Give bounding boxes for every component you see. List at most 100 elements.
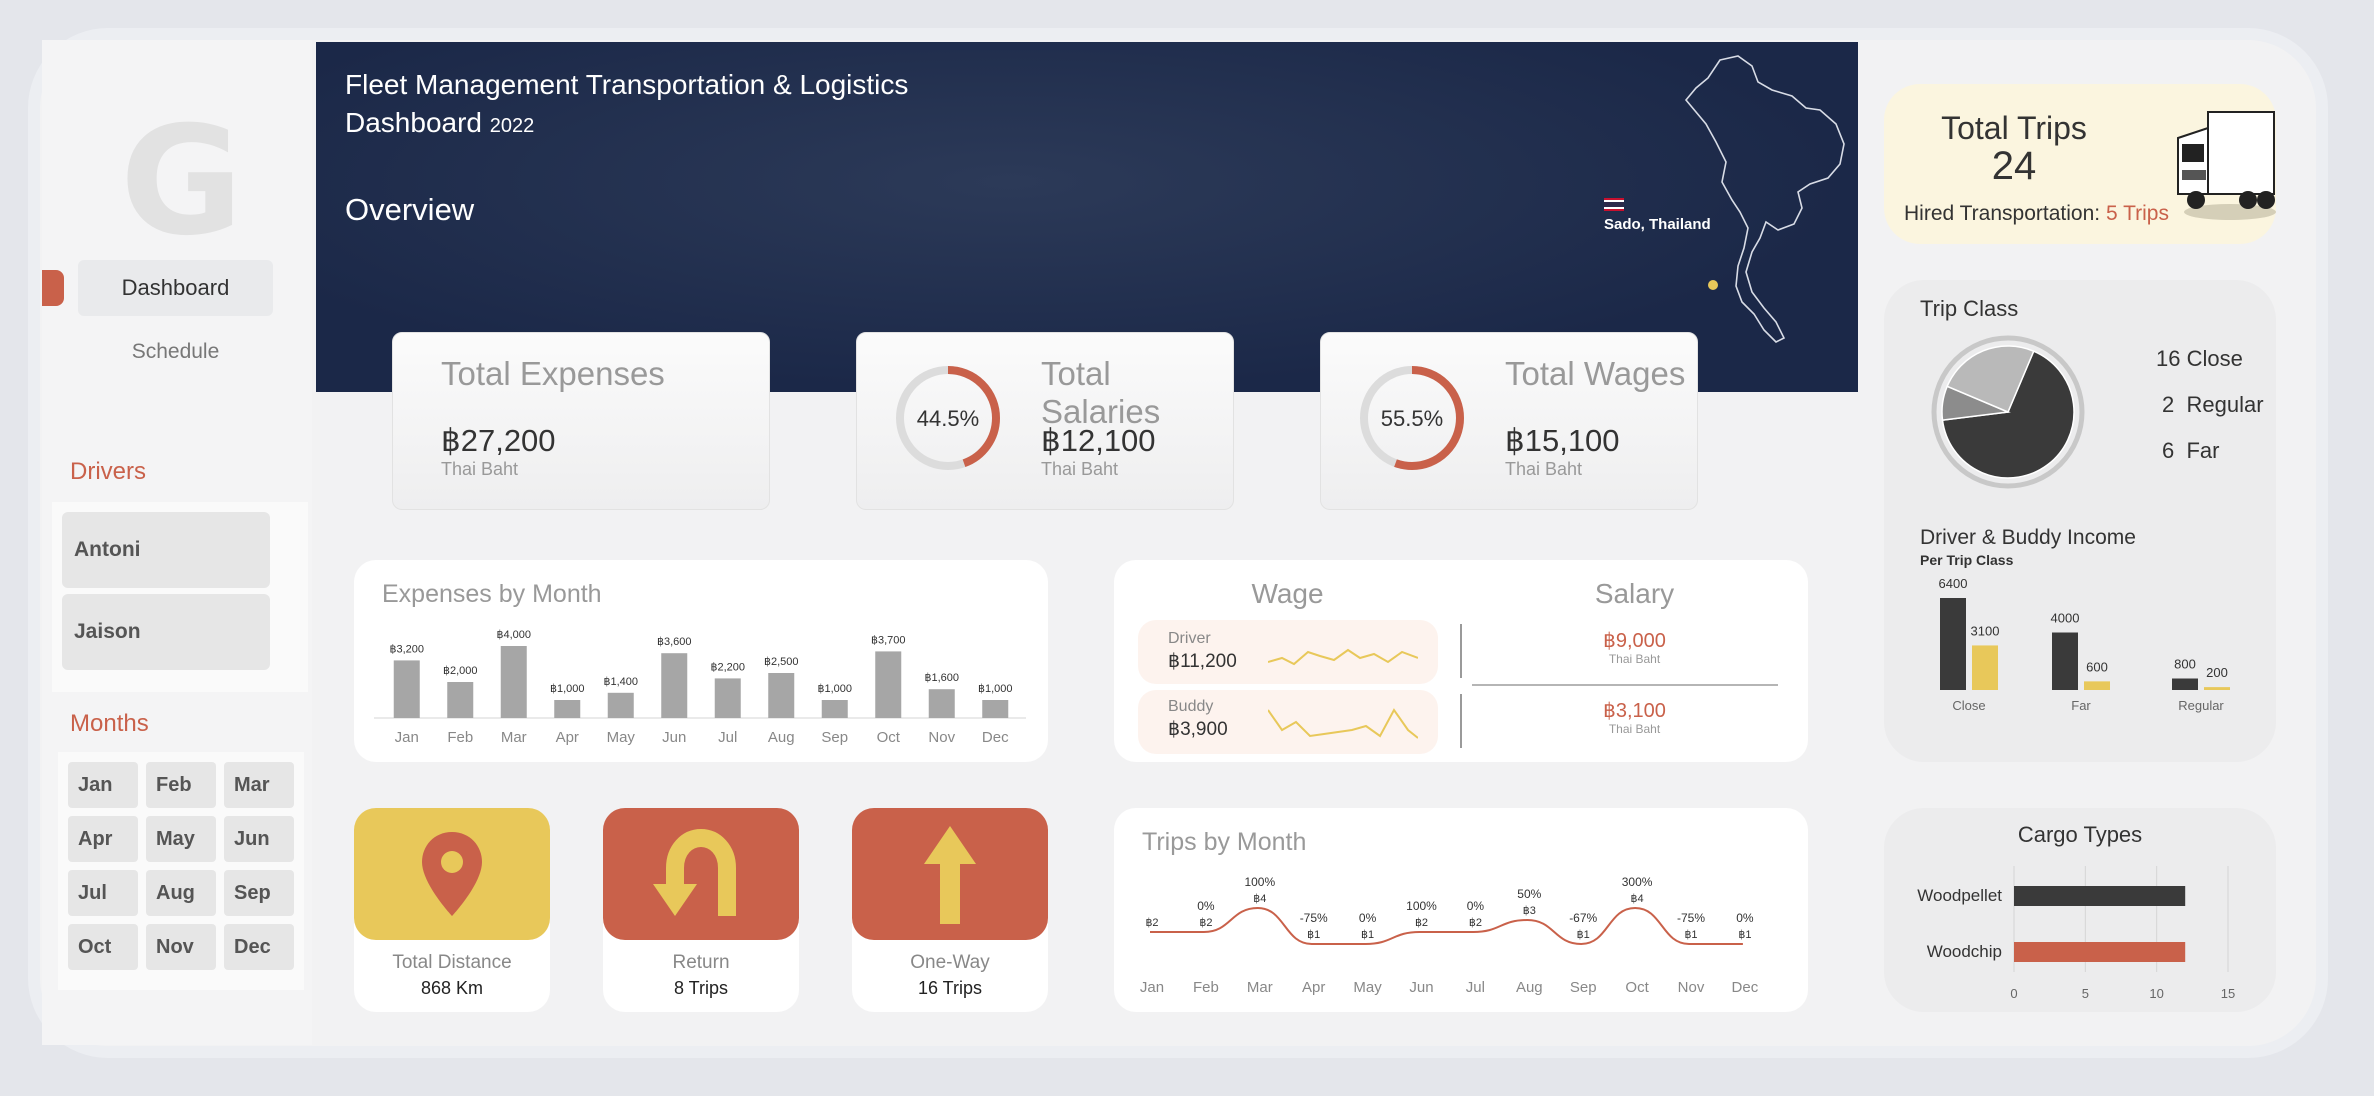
cargo-types-card: Cargo Types 0 5 10 15 Woodpellet Woodchip bbox=[1884, 808, 2276, 1012]
bar bbox=[2052, 632, 2078, 690]
month-item-apr[interactable]: Apr bbox=[68, 816, 138, 862]
cargo-bar-chart: 0 5 10 15 Woodpellet Woodchip bbox=[1917, 866, 2235, 1001]
tick-label: 15 bbox=[2221, 986, 2235, 1001]
bar bbox=[447, 682, 474, 718]
total-trips-title: Total Trips bbox=[1941, 110, 2087, 146]
data-label: ฿1 bbox=[1684, 929, 1697, 941]
month-item-mar[interactable]: Mar bbox=[224, 762, 294, 808]
tick-label: Sep bbox=[1570, 979, 1597, 996]
u-turn-icon bbox=[653, 828, 736, 916]
legend-far: 6 Far bbox=[2162, 438, 2219, 464]
tile-value: 8 Trips bbox=[673, 978, 729, 998]
category-label: Woodpellet bbox=[1917, 886, 2002, 905]
data-label: ฿4 bbox=[1253, 893, 1266, 905]
salary-buddy-unit: Thai Baht bbox=[1608, 722, 1661, 736]
month-item-jul[interactable]: Jul bbox=[68, 870, 138, 916]
wage-title: Wage bbox=[1251, 578, 1324, 609]
total-distance-tile[interactable]: Total Distance 868 Km bbox=[354, 808, 550, 1012]
tick-label: Mar bbox=[501, 729, 527, 746]
bar bbox=[661, 653, 688, 718]
total-trips-card: Total Trips 24 Hired Transportation: 5 T… bbox=[1884, 84, 2276, 244]
salaries-donut: 44.5% bbox=[896, 366, 1000, 470]
change-label: 0% bbox=[1197, 899, 1215, 913]
tick-label: Aug bbox=[1516, 979, 1543, 996]
data-label: ฿3,600 bbox=[657, 636, 692, 648]
bar bbox=[928, 689, 955, 718]
tick-label: Dec bbox=[1732, 979, 1759, 996]
bar bbox=[500, 646, 527, 718]
tile-icon-area bbox=[354, 808, 550, 940]
data-label: ฿2 bbox=[1415, 917, 1428, 929]
category-label: Woodchip bbox=[1927, 942, 2002, 961]
driver-item-jaison[interactable]: Jaison bbox=[62, 594, 270, 670]
month-item-sep[interactable]: Sep bbox=[224, 870, 294, 916]
data-label: ฿2 bbox=[1469, 917, 1482, 929]
salary-title: Salary bbox=[1594, 578, 1675, 609]
bar bbox=[821, 700, 848, 718]
driver-wage-label: Driver bbox=[1168, 630, 1211, 647]
data-label: 4000 bbox=[2051, 611, 2080, 626]
trips-line-chart: ฿2 Jan ฿2 0% Feb ฿4 100% Mar ฿1 -75% Apr ฿1 0% May ฿2 1… bbox=[1140, 875, 1759, 996]
month-item-jun[interactable]: Jun bbox=[224, 816, 294, 862]
tick-label: Aug bbox=[768, 729, 795, 746]
one-way-trips-tile[interactable]: One-Way 16 Trips bbox=[852, 808, 1048, 1012]
tile-label: One-Way bbox=[910, 952, 990, 973]
trips-by-month-card: Trips by Month ฿2 Jan ฿2 0% Feb ฿4 100% Mar ฿1 -7… bbox=[1114, 808, 1808, 1012]
tick-label: Apr bbox=[1302, 979, 1325, 996]
data-label: ฿1 bbox=[1577, 929, 1590, 941]
tick-label: Feb bbox=[1193, 979, 1219, 996]
data-label: ฿2,500 bbox=[764, 656, 799, 668]
buddy-wage-label: Buddy bbox=[1168, 698, 1214, 715]
bar bbox=[768, 673, 795, 718]
data-label: ฿1 bbox=[1738, 929, 1751, 941]
income-bar-chart: 6400 3100 Close 4000 600 Far 800 200 Regular bbox=[1939, 576, 2230, 713]
tick-label: Jan bbox=[1140, 979, 1164, 996]
nav-schedule-link[interactable]: Schedule bbox=[78, 332, 273, 372]
tick-label: Jun bbox=[662, 729, 686, 746]
hired-label: Hired Transportation: bbox=[1904, 202, 2101, 225]
month-item-oct[interactable]: Oct bbox=[68, 924, 138, 970]
divider bbox=[1472, 684, 1778, 686]
return-trips-tile[interactable]: Return 8 Trips bbox=[603, 808, 799, 1012]
trip-class-title: Trip Class bbox=[1920, 296, 2019, 321]
data-label: 6400 bbox=[1939, 576, 1968, 591]
change-label: 300% bbox=[1622, 875, 1653, 889]
income-subtitle: Per Trip Class bbox=[1920, 552, 2014, 568]
bar bbox=[2172, 678, 2198, 690]
thailand-flag-icon bbox=[1604, 198, 1624, 211]
tick-label: Oct bbox=[1625, 979, 1649, 996]
kpi-unit: Thai Baht bbox=[1505, 459, 1583, 479]
bar bbox=[982, 700, 1009, 718]
salary-driver-value: ฿9,000 bbox=[1603, 630, 1666, 652]
data-label: ฿1,400 bbox=[603, 676, 638, 688]
data-label: ฿1,000 bbox=[817, 683, 852, 695]
kpi-unit: Thai Baht bbox=[1041, 459, 1119, 479]
month-item-may[interactable]: May bbox=[146, 816, 216, 862]
tile-label: Total Distance bbox=[392, 952, 512, 973]
up-arrow-icon bbox=[924, 826, 976, 924]
month-item-feb[interactable]: Feb bbox=[146, 762, 216, 808]
driver-item-antoni[interactable]: Antoni bbox=[62, 512, 270, 588]
kpi-total-salaries: 44.5% Total Salaries ฿12,100 Thai Baht bbox=[856, 332, 1234, 510]
month-item-nov[interactable]: Nov bbox=[146, 924, 216, 970]
legend-label: Close bbox=[2186, 346, 2243, 371]
months-slicer-title: Months bbox=[70, 710, 149, 737]
drivers-slicer-title: Drivers bbox=[70, 458, 146, 485]
data-label: 200 bbox=[2206, 665, 2228, 680]
nav-dashboard-button[interactable]: Dashboard bbox=[78, 260, 273, 316]
legend-count: 2 bbox=[2162, 392, 2175, 417]
wage-salary-card: Wage Salary Driver ฿11,200 Buddy ฿3,900 … bbox=[1114, 560, 1808, 762]
tick-label: 0 bbox=[2010, 986, 2017, 1001]
kpi-title: Total Expenses bbox=[441, 355, 665, 392]
tick-label: Sep bbox=[821, 729, 848, 746]
kpi-total-wages: 55.5% Total Wages ฿15,100 Thai Baht bbox=[1320, 332, 1698, 510]
month-item-aug[interactable]: Aug bbox=[146, 870, 216, 916]
title-year: 2022 bbox=[489, 115, 535, 137]
active-nav-indicator bbox=[42, 270, 64, 306]
month-item-dec[interactable]: Dec bbox=[224, 924, 294, 970]
bar bbox=[2204, 687, 2230, 690]
tile-label: Return bbox=[672, 952, 730, 973]
kpi-value: ฿27,200 bbox=[441, 423, 556, 458]
month-item-jan[interactable]: Jan bbox=[68, 762, 138, 808]
bar bbox=[2014, 886, 2186, 906]
